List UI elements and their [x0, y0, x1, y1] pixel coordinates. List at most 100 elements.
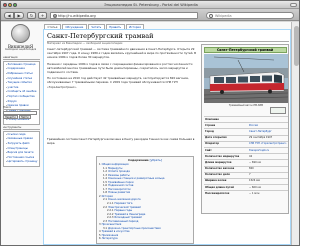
- toc-text[interactable]: Режимы работы: [108, 174, 130, 177]
- infobox-row: Страна Россия: [204, 122, 288, 128]
- toc-number: 1.7: [103, 187, 108, 191]
- toc-number: 1.1: [103, 166, 108, 170]
- toc-text[interactable]: Примечания: [102, 234, 119, 237]
- infobox-row: Количество маршрутов 42: [204, 153, 288, 159]
- sidebar-nav-link[interactable]: Портал сообщества: [6, 95, 38, 100]
- scrollbar-thumb[interactable]: [293, 26, 299, 66]
- infobox-value: Санкт-Петербург: [249, 129, 272, 133]
- toc-text[interactable]: Конечные станции и разворотные кольца: [108, 177, 164, 180]
- infobox-key: Описание: [205, 117, 219, 121]
- tools-portlet: инструменты Ссылки сюдаСвязанные правкиЗ…: [3, 126, 40, 167]
- toc-text[interactable]: Пассажиропоток: [108, 188, 131, 191]
- toc-text[interactable]: Происшествия: [102, 223, 122, 226]
- infobox-key: Пассажиропоток: [205, 191, 230, 195]
- back-button[interactable]: ◀: [4, 11, 14, 19]
- toc-number: 1: [99, 162, 101, 166]
- toc-text[interactable]: Паровая тяга: [114, 202, 132, 205]
- toc-text[interactable]: История: [102, 195, 113, 198]
- toc-number: 2.2.2: [107, 212, 114, 216]
- toc-number: 6: [99, 237, 101, 241]
- toc-text[interactable]: Дорожно-транспортные происшествия: [108, 227, 161, 230]
- vertical-scrollbar[interactable]: [291, 22, 299, 245]
- sidebar-search-buttons: Перейти Найти: [3, 115, 40, 120]
- toc-number: 2.2: [103, 205, 108, 209]
- toc-toggle[interactable]: [убрать]: [150, 158, 162, 162]
- infobox-value: transport.spb.ru: [249, 148, 270, 152]
- toc-number: 3: [99, 223, 101, 227]
- infobox-row: Длина маршрутов ~ 690 км: [204, 159, 288, 165]
- toc-text[interactable]: Маршруты: [108, 167, 122, 170]
- toc-text[interactable]: Литература: [102, 237, 118, 240]
- infobox-row: Количество депо 7: [204, 171, 288, 178]
- toc-text[interactable]: Планы развития: [108, 191, 130, 194]
- toc-text[interactable]: Трамвай в искусстве: [102, 230, 130, 233]
- zoom-window-button[interactable]: [13, 3, 17, 7]
- search-portlet: Поиск Перейти Найти: [3, 106, 40, 120]
- address-bar[interactable]: W http://ru.wikipedia.org: [50, 11, 198, 19]
- toc-text[interactable]: Подвижной состав: [108, 184, 133, 187]
- toc-number: 2.1: [103, 198, 108, 202]
- toc-number: 1.5: [103, 180, 108, 184]
- intro-paragraph: Санкт-петербургский трамвай — система тр…: [47, 47, 197, 60]
- toc-number: 1.4: [103, 177, 108, 181]
- tram-photo[interactable]: [204, 54, 288, 103]
- search-input[interactable]: [215, 13, 290, 18]
- search-box[interactable]: [206, 11, 294, 19]
- table-of-contents: Содержание [убрать] 1Общая информация 1.1…: [96, 156, 194, 244]
- toc-number: 3.1: [103, 226, 108, 230]
- toc-text[interactable]: Трамвайные парки: [108, 181, 133, 184]
- map-thumbnail[interactable]: [270, 107, 286, 114]
- intro-paragraph: По состоянию на 2010 год действует 42 тр…: [47, 76, 189, 89]
- infobox-value: СПб ГУП «Горэлектротранс»: [249, 142, 287, 146]
- infobox-value: ~ 1 млн: [249, 191, 260, 195]
- toolbar-toggle-button[interactable]: [290, 3, 297, 7]
- infobox-key: Количество маршрутов: [205, 154, 240, 158]
- toc-text[interactable]: Первые годы: [114, 209, 132, 212]
- article-title: Санкт-Петербургский трамвай: [47, 32, 154, 40]
- infobox-row: Общая длина путей ~ 600 км: [204, 184, 288, 190]
- infobox-row: Оператор СПб ГУП «Горэлектротранс»: [204, 140, 288, 147]
- favicon-icon: W: [52, 13, 57, 18]
- add-bookmark-button[interactable]: +: [38, 11, 47, 19]
- toc-number: 1.8: [103, 191, 108, 195]
- sidebar-tools-link[interactable]: Цитировать страницу: [6, 160, 38, 165]
- sidebar-search-field[interactable]: [3, 110, 37, 115]
- navigation-heading: навигация: [3, 56, 40, 61]
- go-button[interactable]: Перейти: [3, 115, 18, 120]
- search-heading: Поиск: [3, 106, 40, 111]
- toc-text[interactable]: Трамвай в Ленинграде: [114, 213, 145, 216]
- forward-button[interactable]: ▶: [14, 11, 24, 19]
- wikipedia-logo[interactable]: ВикипедиЯ Свободная энциклопедия: [5, 24, 36, 54]
- sidebar: ВикипедиЯ Свободная энциклопедия навигац…: [1, 22, 41, 245]
- toc-text[interactable]: Послевоенный период: [108, 220, 138, 223]
- article-note: Трамвайная система Санкт-Петербурга вклю…: [47, 137, 195, 146]
- infobox-key: Количество депо: [205, 173, 231, 177]
- sidebar-nav-link[interactable]: Избранные статьи: [6, 72, 38, 77]
- infobox-value: ~ 600 км: [249, 185, 261, 189]
- minimize-window-button[interactable]: [8, 3, 12, 7]
- toc-text[interactable]: Оплата проезда: [108, 170, 130, 173]
- infobox-row: Сайт transport.spb.ru: [204, 146, 288, 153]
- toc-text[interactable]: Блокадный трамвай: [114, 216, 141, 219]
- infobox-row: Описание: [204, 116, 288, 122]
- reload-button[interactable]: ↻: [27, 11, 36, 19]
- find-button[interactable]: Найти: [18, 115, 31, 120]
- toc-text[interactable]: Конно-железная дорога: [108, 198, 141, 201]
- infobox-value: [248, 117, 288, 122]
- infobox-key: Дата открытия: [205, 136, 227, 140]
- infobox-value: 29 сентября 1907: [249, 136, 273, 140]
- infobox: Санкт-Петербургский трамвай Трамвайный в…: [201, 44, 289, 214]
- toc-number: 2.2.3: [107, 216, 114, 220]
- close-window-button[interactable]: [3, 3, 7, 7]
- puzzle-globe-icon: [11, 24, 30, 43]
- toc-text[interactable]: Электрический трамвай: [108, 206, 141, 209]
- toc-number: 2.1.1: [107, 202, 114, 205]
- toc-number: 2.2.1: [107, 209, 114, 213]
- infobox-key: Длина маршрутов: [205, 160, 232, 164]
- url-text[interactable]: http://ru.wikipedia.org: [58, 14, 96, 18]
- toc-text[interactable]: Общая информация: [102, 163, 129, 166]
- toc-item[interactable]: 6Литература: [99, 237, 191, 241]
- infobox-row: Ширина колеи 1524 мм: [204, 177, 288, 184]
- infobox-key: Страна: [205, 123, 216, 127]
- infobox-row: Пассажиропоток ~ 1 млн: [204, 190, 288, 196]
